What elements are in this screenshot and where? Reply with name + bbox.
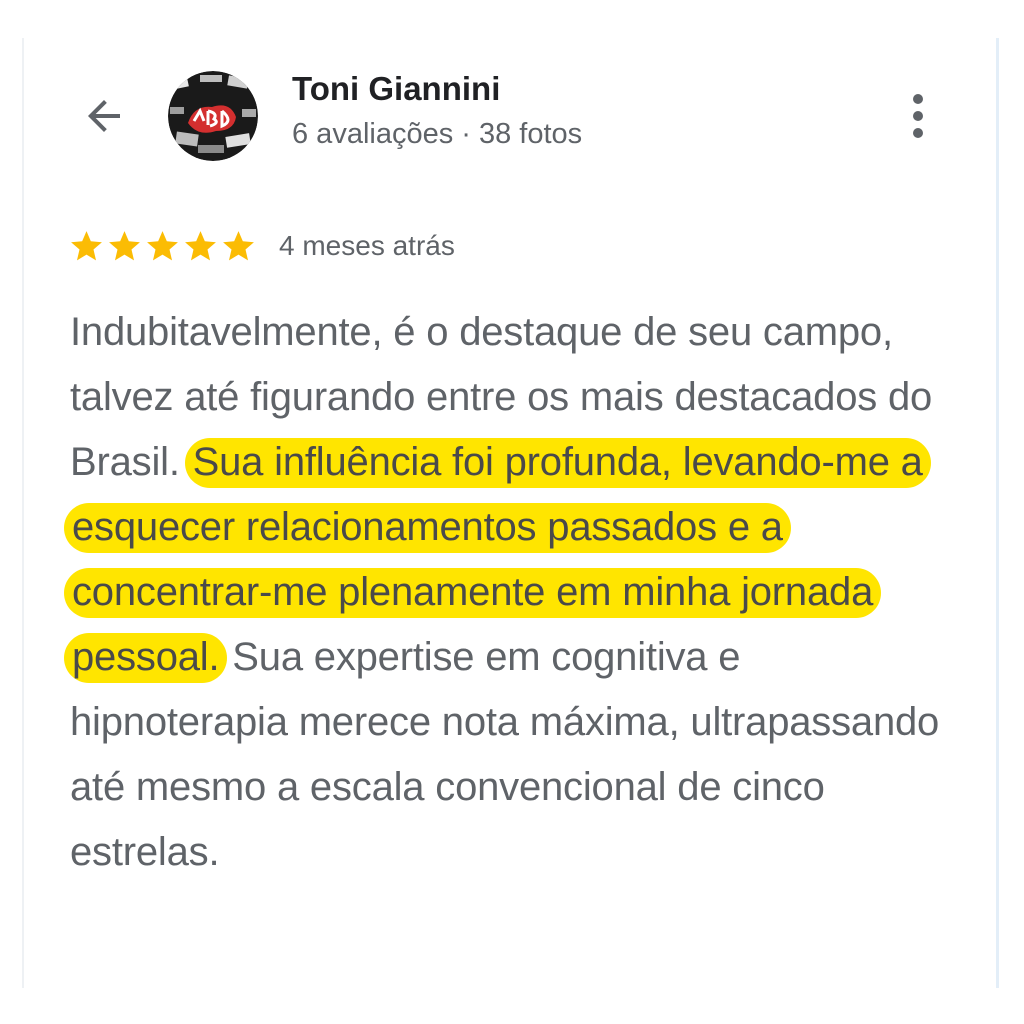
more-options-button[interactable] [896,88,940,144]
left-border [22,38,24,988]
star-icon [71,230,102,260]
star-rating [68,228,257,265]
review-text: Indubitavelmente, é o destaque de seu ca… [64,300,960,885]
review-age: 4 meses atrás [279,230,455,261]
more-vert-icon [913,94,923,138]
arrow-back-icon [88,100,120,132]
back-button[interactable] [72,84,136,148]
star-icon [223,230,254,260]
reviewer-stats: 6 avaliações · 38 fotos [292,118,583,150]
star-icon [185,230,216,260]
star-icon [109,230,140,260]
profile-photo [168,71,258,161]
avatar[interactable] [168,71,258,161]
right-border [996,38,999,988]
review-screen: Toni Giannini 6 avaliações · 38 fotos 4 … [0,0,1024,1024]
star-icon [147,230,178,260]
reviewer-name[interactable]: Toni Giannini [292,70,500,108]
rating-row: 4 meses atrás [68,226,455,266]
